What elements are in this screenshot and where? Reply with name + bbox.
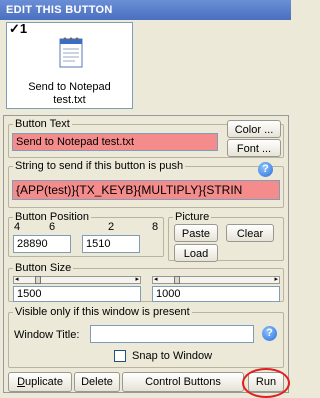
button-preview[interactable]: ✓1 Send to Notepad test.txt	[6, 21, 133, 109]
height-slider-thumb[interactable]	[174, 276, 180, 284]
preview-caption-1: Send to Notepad	[28, 81, 111, 93]
color-button[interactable]: Color ...	[227, 120, 281, 138]
slider-right-arrow[interactable]: ▸	[274, 276, 278, 284]
window-title-input[interactable]	[90, 325, 254, 343]
duplicate-mnemonic: D	[17, 376, 26, 388]
slider-right-arrow[interactable]: ▸	[135, 276, 139, 284]
slider-left-arrow[interactable]: ◂	[154, 276, 158, 284]
string-send-input[interactable]: {APP(test)}{TX_KEYB}{MULTIPLY}{STRIN	[12, 180, 280, 200]
control-buttons-button[interactable]: Control Buttons	[122, 372, 244, 392]
button-number: ✓1	[9, 21, 28, 36]
height-input[interactable]: 1000	[152, 286, 280, 302]
clear-button[interactable]: Clear	[226, 224, 274, 242]
width-slider-thumb[interactable]	[35, 276, 41, 284]
button-text-legend: Button Text	[15, 118, 70, 130]
run-highlight-ring	[242, 368, 290, 398]
position-tick-4: 4	[14, 221, 21, 233]
window-title-label: Window Title:	[14, 329, 80, 341]
help-icon[interactable]: ?	[258, 162, 273, 177]
paste-button[interactable]: Paste	[174, 224, 218, 242]
string-send-legend: String to send if this button is push	[15, 160, 184, 172]
notepad-icon	[57, 35, 85, 69]
help-icon[interactable]: ?	[262, 326, 277, 341]
snap-to-window-label: Snap to Window	[132, 350, 213, 362]
load-button[interactable]: Load	[174, 244, 218, 262]
position-x-input[interactable]: 28890	[13, 235, 71, 253]
slider-left-arrow[interactable]: ◂	[15, 276, 19, 284]
font-button[interactable]: Font ...	[227, 139, 281, 157]
position-tick-2: 2	[108, 221, 115, 233]
height-slider[interactable]: ◂ ▸	[152, 276, 280, 284]
button-text-input[interactable]: Send to Notepad test.txt	[12, 133, 218, 151]
position-tick-8: 8	[152, 221, 159, 233]
edit-panel: Button Text Send to Notepad test.txt Col…	[3, 115, 290, 398]
snap-to-window-checkbox[interactable]	[114, 350, 126, 362]
preview-caption-2: test.txt	[53, 94, 86, 106]
width-slider[interactable]: ◂ ▸	[13, 276, 141, 284]
picture-legend: Picture	[175, 211, 210, 223]
position-y-input[interactable]: 1510	[82, 235, 140, 253]
delete-button[interactable]: Delete	[74, 372, 120, 392]
width-input[interactable]: 1500	[13, 286, 141, 302]
duplicate-label: uplicate	[25, 376, 63, 388]
size-legend: Button Size	[15, 262, 72, 274]
visible-legend: Visible only if this window is present	[15, 306, 190, 318]
panel-title: EDIT THIS BUTTON	[0, 0, 291, 20]
duplicate-button[interactable]: Duplicate	[8, 372, 72, 392]
position-tick-6: 6	[49, 221, 56, 233]
